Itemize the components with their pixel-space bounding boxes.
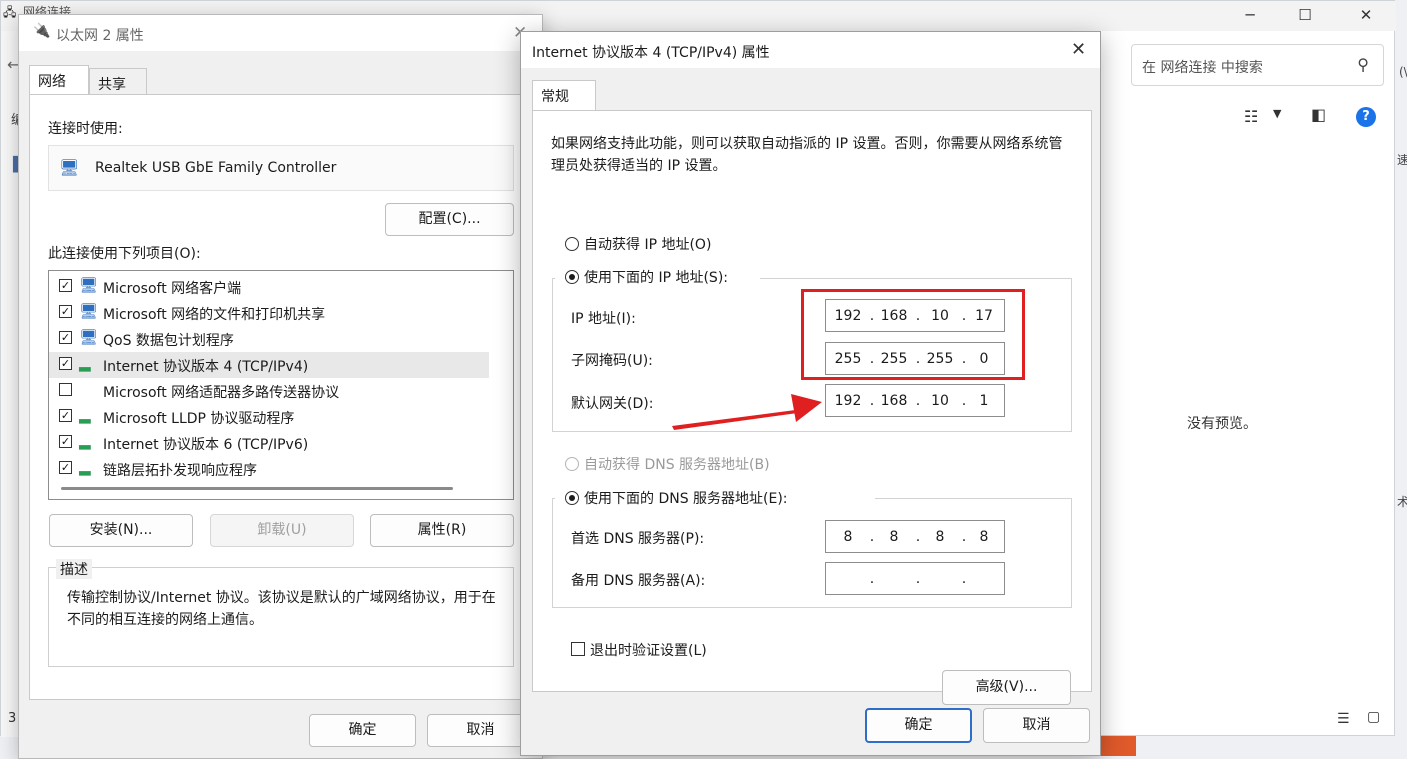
annotation-arrow	[672, 394, 822, 430]
arrow-head	[791, 394, 822, 422]
arrow-shaft	[672, 409, 805, 430]
